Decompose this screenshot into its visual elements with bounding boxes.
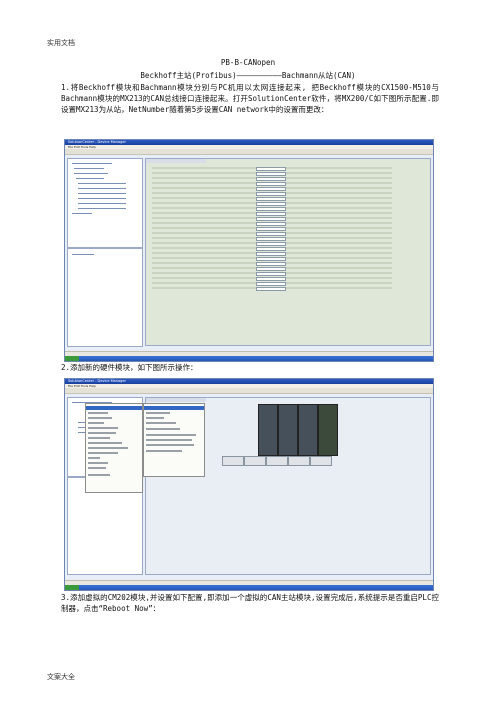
hardware-module[interactable] [258, 404, 278, 456]
output-pane [67, 248, 143, 347]
paragraph-step1: 1.将Beckhoff模块和Bachmann模块分别与PC机用以太网连接起来, … [61, 83, 439, 114]
document-title: PB-B-CANopen [220, 58, 276, 67]
tab-configuration[interactable] [146, 398, 206, 402]
paragraph-step2: 2.添加新的硬件模块，如下图所示操作： [61, 363, 198, 372]
module-slot [288, 456, 310, 466]
toolbar [65, 388, 433, 394]
start-button[interactable] [65, 585, 79, 590]
paragraph-step3: 3.添加虚拟的CM202模块,并设置如下配置,即添加一个虚拟的CAN主站模块,设… [61, 593, 439, 613]
windows-taskbar [65, 585, 433, 590]
module-slot [266, 456, 288, 466]
context-submenu[interactable] [143, 403, 205, 477]
device-tree-pane [67, 158, 143, 248]
hardware-module[interactable] [278, 404, 298, 456]
screenshot-device-manager-1: SolutionCenter - Device Manager File Edi… [64, 139, 434, 362]
screenshot-device-manager-2: SolutionCenter - Device Manager File Edi… [64, 378, 434, 591]
page-header: 实用文档 [47, 39, 75, 47]
module-slot [244, 456, 266, 466]
hardware-module[interactable] [318, 404, 338, 456]
start-button[interactable] [65, 356, 79, 361]
context-menu[interactable] [85, 403, 143, 493]
toolbar [65, 149, 433, 155]
windows-taskbar [65, 356, 433, 361]
tab-module-configuration[interactable] [146, 159, 206, 163]
module-slot [310, 456, 332, 466]
document-subtitle: Beckhoff主站(Profibus)——————————Bachmann从站… [140, 71, 356, 80]
page-footer: 文案大全 [47, 673, 75, 681]
module-configuration-pane [145, 158, 431, 346]
hardware-module[interactable] [298, 404, 318, 456]
module-slot [222, 456, 244, 466]
